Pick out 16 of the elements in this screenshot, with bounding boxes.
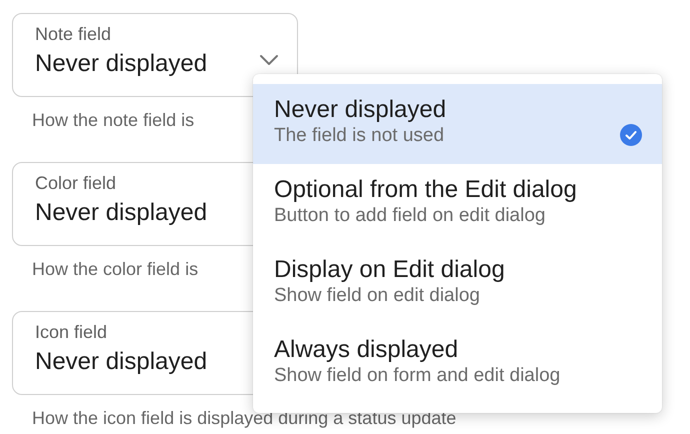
option-description: Show field on edit dialog bbox=[274, 285, 480, 307]
helper-text: How the icon field is displayed during a status update bbox=[32, 407, 456, 429]
helper-text: How the note field is bbox=[32, 109, 194, 131]
option-title: Display on Edit dialog bbox=[274, 255, 505, 285]
field-label: Icon field bbox=[35, 321, 108, 343]
chevron-icon bbox=[259, 54, 279, 66]
field-value: Never displayed bbox=[35, 49, 208, 79]
menu-option[interactable]: Never displayed The field is not used bbox=[253, 84, 662, 164]
option-description: The field is not used bbox=[274, 125, 444, 147]
option-title: Never displayed bbox=[274, 95, 446, 125]
check-icon bbox=[620, 124, 642, 146]
field-value: Never displayed bbox=[35, 347, 208, 377]
field-label: Note field bbox=[35, 23, 112, 45]
field-value: Never displayed bbox=[35, 198, 208, 228]
helper-text: How the color field is bbox=[32, 258, 198, 280]
field-label: Color field bbox=[35, 172, 116, 194]
